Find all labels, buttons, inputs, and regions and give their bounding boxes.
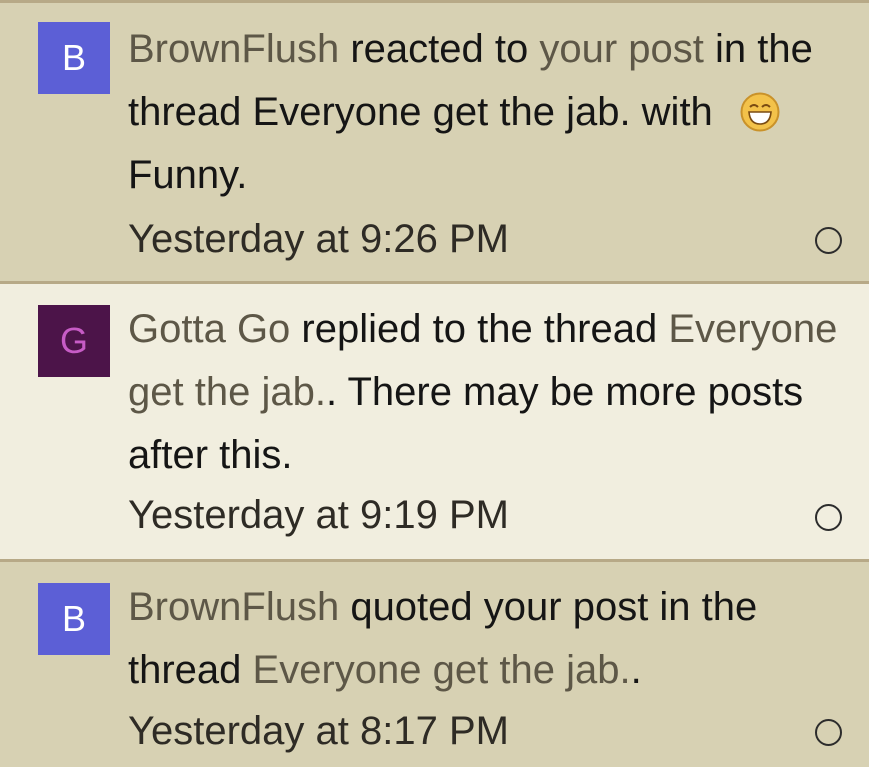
alert-time: Yesterday at 8:17 PM [128,709,509,753]
post-link[interactable]: your post [539,27,704,71]
avatar[interactable]: B [38,22,110,94]
alert-time: Yesterday at 9:26 PM [128,217,509,261]
username-link[interactable]: Gotta Go [128,307,290,351]
alert-text: BrownFlush quoted your post in the threa… [128,585,758,692]
alert-item[interactable]: B BrownFlush reacted to your post in the… [0,3,869,281]
username-link[interactable]: BrownFlush [128,585,339,629]
avatar[interactable]: B [38,583,110,655]
alert-item[interactable]: G Gotta Go replied to the thread Everyon… [0,284,869,559]
laughing-face-icon [740,88,780,132]
thread-link[interactable]: Everyone get the jab. [253,648,631,692]
mark-read-toggle[interactable] [815,227,842,254]
mark-read-toggle[interactable] [815,719,842,746]
avatar[interactable]: G [38,305,110,377]
alert-item[interactable]: B BrownFlush quoted your post in the thr… [0,562,869,767]
username-link[interactable]: BrownFlush [128,27,339,71]
avatar-letter: G [59,320,88,361]
avatar-letter: B [61,598,86,639]
avatar-letter: B [61,37,86,78]
alert-text: Gotta Go replied to the thread Everyone … [128,307,838,477]
alert-time: Yesterday at 9:19 PM [128,493,509,537]
reaction-label: Funny. [128,153,248,197]
alert-text: BrownFlush reacted to your post in the t… [128,27,813,197]
alerts-list: B BrownFlush reacted to your post in the… [0,0,869,767]
mark-read-toggle[interactable] [815,504,842,531]
